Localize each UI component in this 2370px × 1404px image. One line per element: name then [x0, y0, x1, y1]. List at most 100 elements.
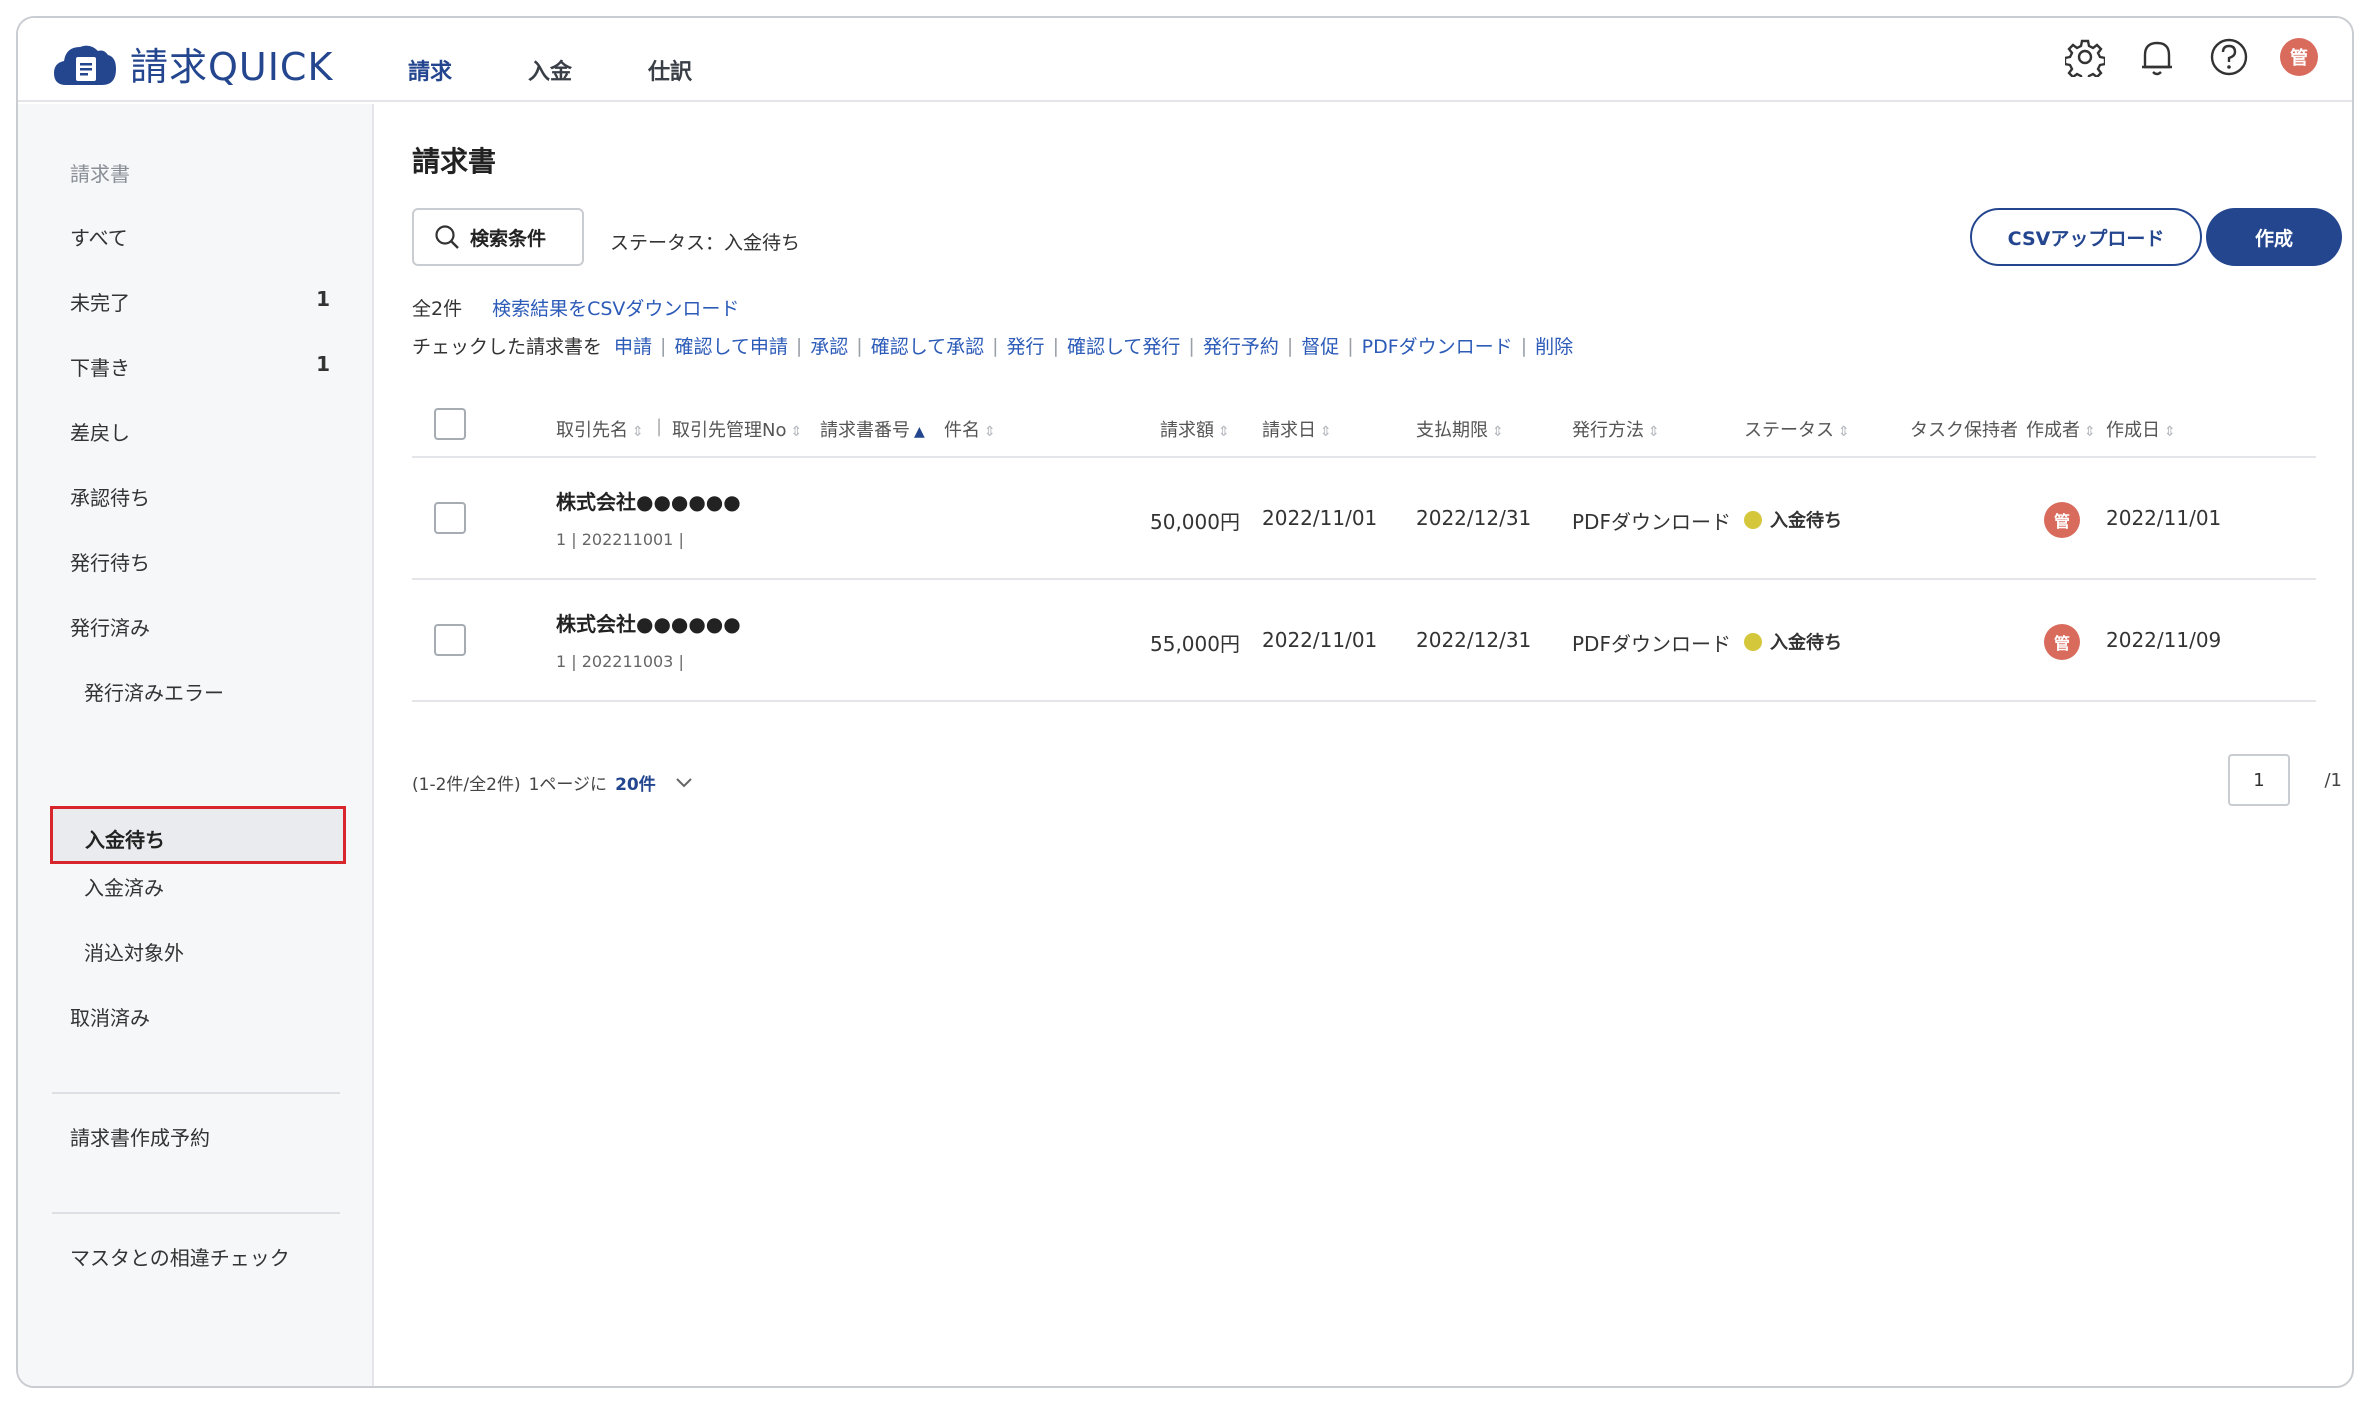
sidebar-item-label: 入金待ち [85, 828, 165, 852]
col-invoice-no[interactable]: 請求書番号 ▲ [820, 416, 925, 442]
col-task-holder: タスク保持者 [1910, 420, 2018, 441]
sidebar-item-excluded[interactable]: 消込対象外 [84, 937, 334, 966]
app-name: 請求QUICK [130, 45, 334, 89]
col-creator[interactable]: 作成者 ⇕ [2026, 416, 2096, 442]
csv-download-link[interactable]: 検索結果をCSVダウンロード [492, 294, 739, 321]
action-confirm-approve[interactable]: 確認して承認 [871, 332, 984, 359]
sidebar-section-title: 請求書 [70, 162, 130, 186]
sidebar-item-all[interactable]: すべて [70, 222, 330, 251]
nav-invoice[interactable]: 請求 [408, 54, 452, 86]
top-nav: 請求 入金 仕訳 [408, 54, 768, 86]
sidebar-item-master-check[interactable]: マスタとの相違チェック [70, 1242, 330, 1271]
bulk-actions: チェックした請求書を 申請 | 確認して申請 | 承認 | 確認して承認 | 発行 | 確… [412, 332, 1573, 359]
sidebar-item-awaiting-issue[interactable]: 発行待ち [70, 547, 330, 576]
top-header: 請求QUICK 請求 入金 仕訳 管 [18, 18, 2352, 102]
status-dot-icon [1744, 632, 1762, 651]
action-remind[interactable]: 督促 [1301, 332, 1339, 359]
row-created: 2022/11/01 [2106, 506, 2222, 530]
result-summary: 全2件 検索結果をCSVダウンロード [412, 294, 739, 321]
select-all-checkbox[interactable] [434, 408, 466, 440]
chevron-down-icon[interactable] [674, 776, 694, 790]
sidebar-item-returned[interactable]: 差戻し [70, 417, 330, 446]
action-apply[interactable]: 申請 [614, 332, 652, 359]
create-button[interactable]: 作成 [2206, 208, 2342, 266]
page-number-input[interactable]: 1 [2228, 754, 2290, 806]
user-avatar[interactable]: 管 [2280, 38, 2318, 76]
sidebar-divider [52, 1212, 340, 1214]
row-amount: 55,000円 [1150, 632, 1240, 656]
sidebar-item-label: 請求書作成予約 [70, 1126, 210, 1150]
col-method[interactable]: 発行方法 ⇕ [1572, 416, 1660, 442]
app-logo[interactable]: 請求QUICK [52, 36, 333, 91]
search-conditions-label: 検索条件 [470, 227, 547, 250]
nav-journal[interactable]: 仕訳 [648, 54, 692, 86]
sidebar-item-draft[interactable]: 下書き 1 [70, 352, 330, 381]
col-client-no[interactable]: 取引先管理No ⇕ [672, 416, 802, 442]
invoice-table: 取引先名 ⇕ | 取引先管理No ⇕ 請求書番号 ▲ 件名 ⇕ 請求額 ⇕ 請求日 ⇕ 支払… [412, 396, 2316, 702]
row-due: 2022/12/31 [1416, 628, 1532, 652]
sidebar-item-issued[interactable]: 発行済み [70, 612, 330, 641]
table-row[interactable]: 株式会社●●●●●● 1 | 202211003 | 55,000円 2022/… [412, 580, 2316, 702]
action-delete[interactable]: 削除 [1535, 332, 1573, 359]
action-issue[interactable]: 発行 [1007, 332, 1045, 359]
sidebar-divider [52, 1092, 340, 1094]
bulk-actions-prefix: チェックした請求書を [412, 336, 603, 358]
bell-icon[interactable] [2136, 36, 2178, 78]
sidebar-item-label: 差戻し [70, 421, 130, 445]
sidebar-item-label: 発行待ち [70, 551, 150, 575]
sidebar: 請求書 すべて 未完了 1 下書き 1 差戻し 承認待ち 発行待ち 発行済み 発… [18, 104, 374, 1386]
sidebar-item-awaiting-payment[interactable]: 入金待ち [50, 806, 346, 864]
col-due[interactable]: 支払期限 ⇕ [1416, 416, 1504, 442]
main-content: 請求書 検索条件 ステータス：入金待ち CSVアップロード 作成 全2件 検索結… [376, 104, 2352, 1386]
col-status[interactable]: ステータス ⇕ [1744, 416, 1850, 442]
table-header: 取引先名 ⇕ | 取引先管理No ⇕ 請求書番号 ▲ 件名 ⇕ 請求額 ⇕ 請求日 ⇕ 支払… [412, 396, 2316, 458]
sidebar-item-cancelled[interactable]: 取消済み [70, 1002, 330, 1031]
sidebar-item-label: 未完了 [70, 291, 130, 315]
action-confirm-apply[interactable]: 確認して申請 [674, 332, 787, 359]
sidebar-item-label: 発行済み [70, 616, 150, 640]
row-date: 2022/11/01 [1262, 506, 1378, 530]
sidebar-item-label: 下書き [70, 356, 130, 380]
header-icons: 管 [2064, 36, 2318, 78]
pagination-range: (1-2件/全2件) [412, 775, 521, 795]
sidebar-item-label: 入金済み [84, 876, 164, 900]
help-icon[interactable] [2208, 36, 2250, 78]
pagination-info: (1-2件/全2件) 1ページに 20件 [412, 770, 694, 795]
col-subject[interactable]: 件名 ⇕ [944, 416, 996, 442]
action-schedule-issue[interactable]: 発行予約 [1203, 332, 1279, 359]
row-due: 2022/12/31 [1416, 506, 1532, 530]
nav-payment[interactable]: 入金 [528, 54, 572, 86]
per-page-select[interactable]: 20件 [615, 770, 656, 795]
sidebar-item-label: 取消済み [70, 1006, 150, 1030]
sidebar-item-incomplete[interactable]: 未完了 1 [70, 287, 330, 316]
sidebar-item-awaiting-approval[interactable]: 承認待ち [70, 482, 330, 511]
page-total: /1 [2324, 770, 2342, 791]
row-date: 2022/11/01 [1262, 628, 1378, 652]
row-checkbox[interactable] [434, 624, 466, 656]
col-created[interactable]: 作成日 ⇕ [2106, 416, 2176, 442]
sidebar-item-label: 承認待ち [70, 486, 150, 510]
row-client-name[interactable]: 株式会社●●●●●● [556, 608, 741, 637]
per-page-label: 1ページに [528, 775, 608, 795]
csv-upload-button[interactable]: CSVアップロード [1970, 208, 2202, 266]
sidebar-item-count: 1 [316, 352, 330, 376]
action-pdf-download[interactable]: PDFダウンロード [1362, 332, 1513, 359]
row-status: 入金待ち [1744, 628, 1842, 655]
gear-icon[interactable] [2064, 36, 2106, 78]
row-client-name[interactable]: 株式会社●●●●●● [556, 486, 741, 515]
row-sub-info: 1 | 202211001 | [556, 530, 684, 549]
sidebar-item-reservation[interactable]: 請求書作成予約 [70, 1122, 330, 1151]
col-date[interactable]: 請求日 ⇕ [1262, 416, 1332, 442]
row-method: PDFダウンロード [1572, 632, 1731, 656]
sidebar-item-paid[interactable]: 入金済み [84, 872, 334, 901]
action-confirm-issue[interactable]: 確認して発行 [1067, 332, 1180, 359]
row-status: 入金待ち [1744, 506, 1842, 533]
search-conditions-button[interactable]: 検索条件 [412, 208, 584, 266]
row-checkbox[interactable] [434, 502, 466, 534]
col-client[interactable]: 取引先名 ⇕ [556, 416, 644, 442]
row-sub-info: 1 | 202211003 | [556, 652, 684, 671]
table-row[interactable]: 株式会社●●●●●● 1 | 202211001 | 50,000円 2022/… [412, 458, 2316, 580]
sidebar-item-issued-error[interactable]: 発行済みエラー [84, 677, 334, 706]
col-amount[interactable]: 請求額 ⇕ [1160, 416, 1230, 442]
action-approve[interactable]: 承認 [810, 332, 848, 359]
